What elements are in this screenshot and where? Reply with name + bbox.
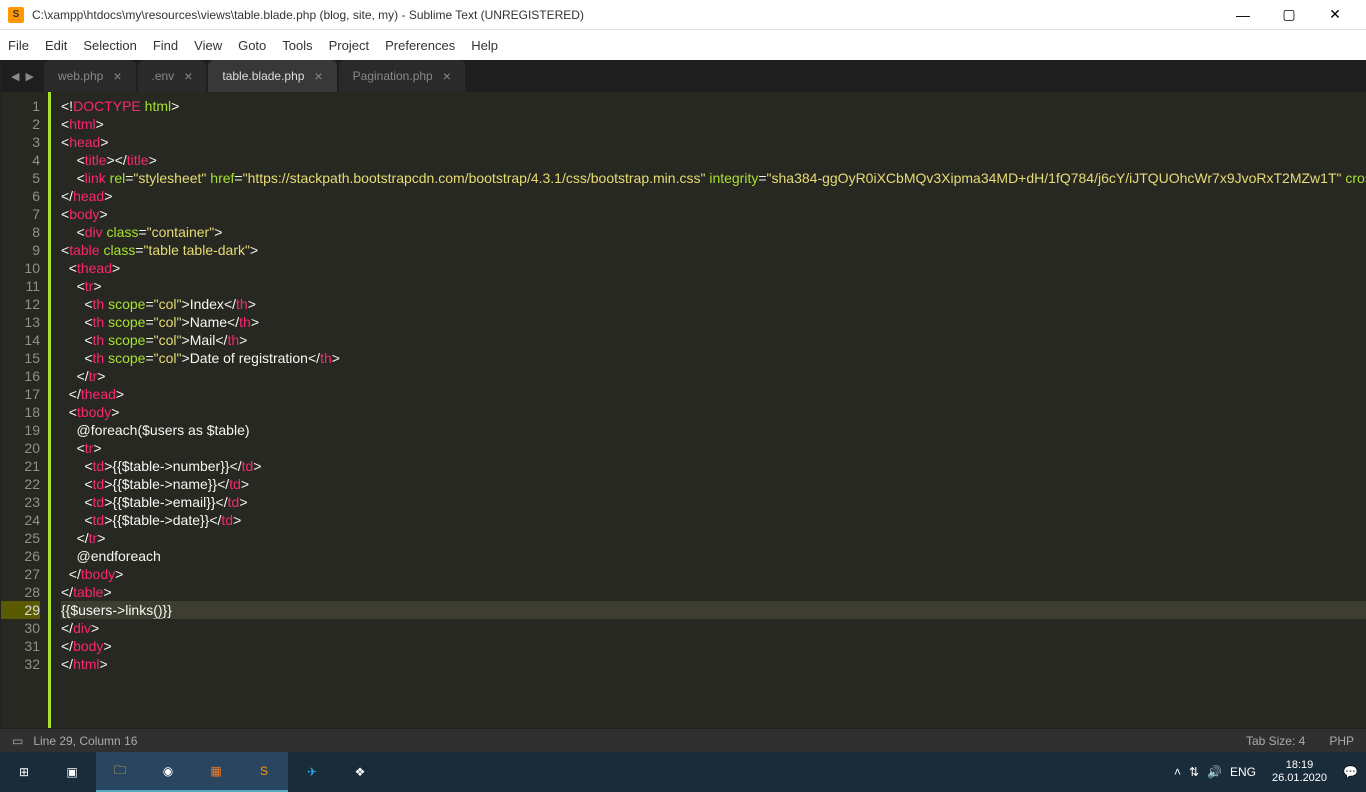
tab-close-icon[interactable]: ×: [113, 68, 121, 84]
tray-date: 26.01.2020: [1272, 772, 1327, 785]
tab-close-icon[interactable]: ×: [443, 68, 451, 84]
sublime-icon[interactable]: S: [240, 752, 288, 792]
menu-find[interactable]: Find: [153, 38, 178, 53]
tab-close-icon[interactable]: ×: [314, 68, 322, 84]
menu-edit[interactable]: Edit: [45, 38, 67, 53]
menu-project[interactable]: Project: [329, 38, 369, 53]
windows-taskbar: ⊞ ▣ 🗀 ◉ ▦ S ✈ ❖ ˄ ⇅ 🔊 ENG 18:19 26.01.20…: [0, 752, 1366, 792]
tray-clock[interactable]: 18:19 26.01.2020: [1264, 759, 1335, 785]
tab-table-blade-php[interactable]: table.blade.php×: [208, 60, 336, 92]
tab-Pagination-php[interactable]: Pagination.php×: [339, 60, 465, 92]
menu-help[interactable]: Help: [471, 38, 498, 53]
tray-time: 18:19: [1272, 759, 1327, 772]
task-view-icon[interactable]: ▣: [48, 752, 96, 792]
start-button[interactable]: ⊞: [0, 752, 48, 792]
code-content[interactable]: <!DOCTYPE html><html><head> <title></tit…: [48, 92, 1366, 728]
tab-next-icon[interactable]: ▶: [25, 70, 33, 83]
tab-web-php[interactable]: web.php×: [44, 60, 136, 92]
tray-network-icon[interactable]: ⇅: [1189, 765, 1199, 779]
close-button[interactable]: ✕: [1312, 0, 1358, 30]
explorer-icon[interactable]: 🗀: [96, 752, 144, 792]
telegram-icon[interactable]: ✈: [288, 752, 336, 792]
app-icon: S: [8, 7, 24, 23]
menu-bar: File Edit Selection Find View Goto Tools…: [0, 30, 1366, 60]
window-title: C:\xampp\htdocs\my\resources\views\table…: [32, 8, 1220, 22]
menu-goto[interactable]: Goto: [238, 38, 266, 53]
title-bar: S C:\xampp\htdocs\my\resources\views\tab…: [0, 0, 1366, 30]
menu-file[interactable]: File: [8, 38, 29, 53]
tray-volume-icon[interactable]: 🔊: [1207, 765, 1222, 779]
tool-icon[interactable]: ❖: [336, 752, 384, 792]
menu-selection[interactable]: Selection: [83, 38, 136, 53]
menu-tools[interactable]: Tools: [282, 38, 312, 53]
tab-close-icon[interactable]: ×: [184, 68, 192, 84]
xampp-icon[interactable]: ▦: [192, 752, 240, 792]
status-position[interactable]: Line 29, Column 16: [33, 734, 137, 748]
tab--env[interactable]: .env×: [138, 60, 207, 92]
line-gutter: 1234567891011121314151617181920212223242…: [1, 92, 51, 728]
panel-icon[interactable]: ▭: [12, 734, 23, 748]
minimize-button[interactable]: —: [1220, 0, 1266, 30]
menu-view[interactable]: View: [194, 38, 222, 53]
status-language[interactable]: PHP: [1329, 734, 1354, 748]
code-editor[interactable]: 1234567891011121314151617181920212223242…: [1, 92, 1366, 728]
tray-notifications-icon[interactable]: 💬: [1343, 765, 1358, 779]
status-bar: ▭ Line 29, Column 16 Tab Size: 4 PHP: [0, 728, 1366, 752]
status-tabsize[interactable]: Tab Size: 4: [1246, 734, 1305, 748]
tab-prev-icon[interactable]: ◀: [11, 70, 19, 83]
maximize-button[interactable]: ▢: [1266, 0, 1312, 30]
chrome-icon[interactable]: ◉: [144, 752, 192, 792]
tray-chevron-icon[interactable]: ˄: [1174, 765, 1181, 779]
tab-bar: ◀ ▶ web.php×.env×table.blade.php×Paginat…: [1, 60, 1366, 92]
tray-language[interactable]: ENG: [1230, 765, 1256, 779]
menu-preferences[interactable]: Preferences: [385, 38, 455, 53]
